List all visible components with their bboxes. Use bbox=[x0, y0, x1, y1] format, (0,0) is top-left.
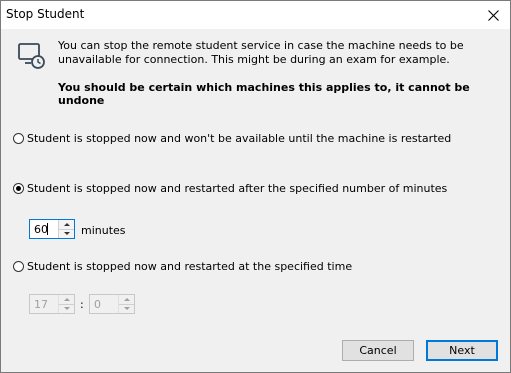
option-restart-time[interactable]: Student is stopped now and restarted at … bbox=[13, 260, 352, 273]
chevron-up-icon bbox=[63, 298, 70, 301]
chevron-down-icon bbox=[63, 232, 70, 235]
title-bar: Stop Student bbox=[1, 1, 510, 29]
chevron-up-icon bbox=[123, 298, 130, 301]
hour-value[interactable]: 17 bbox=[34, 298, 48, 311]
window-title: Stop Student bbox=[6, 7, 85, 21]
warning-text: You should be certain which machines thi… bbox=[58, 81, 470, 107]
close-icon bbox=[487, 9, 499, 21]
hour-spinner[interactable]: 17 bbox=[29, 294, 75, 314]
minutes-value[interactable]: 60 bbox=[34, 223, 48, 236]
description-text: You can stop the remote student service … bbox=[58, 39, 464, 66]
text-caret bbox=[47, 223, 48, 235]
radio-restart-time[interactable] bbox=[13, 261, 24, 272]
hour-down-arrow[interactable] bbox=[59, 304, 74, 313]
time-separator: : bbox=[80, 298, 84, 311]
chevron-down-icon bbox=[63, 307, 70, 310]
minutes-unit-label: minutes bbox=[81, 224, 126, 237]
next-button[interactable]: Next bbox=[426, 340, 498, 361]
option-label: Student is stopped now and restarted aft… bbox=[27, 182, 448, 195]
option-label: Student is stopped now and won't be avai… bbox=[27, 132, 452, 145]
monitor-clock-icon bbox=[18, 43, 45, 69]
chevron-up-icon bbox=[63, 223, 70, 226]
minute-spinner[interactable]: 0 bbox=[89, 294, 135, 314]
radio-restart-machine[interactable] bbox=[13, 133, 24, 144]
minutes-down-arrow[interactable] bbox=[59, 229, 74, 238]
cancel-button[interactable]: Cancel bbox=[342, 340, 414, 361]
minute-value[interactable]: 0 bbox=[94, 298, 101, 311]
option-restart-minutes[interactable]: Student is stopped now and restarted aft… bbox=[13, 182, 447, 195]
chevron-down-icon bbox=[123, 307, 130, 310]
stop-student-dialog: Stop Student You can stop the remote stu… bbox=[0, 0, 511, 373]
minutes-spinner[interactable]: 60 bbox=[29, 219, 75, 239]
option-label: Student is stopped now and restarted at … bbox=[27, 260, 353, 273]
option-restart-machine[interactable]: Student is stopped now and won't be avai… bbox=[13, 132, 451, 145]
radio-restart-minutes[interactable] bbox=[13, 183, 24, 194]
close-button[interactable] bbox=[476, 1, 510, 29]
minute-down-arrow[interactable] bbox=[119, 304, 134, 313]
